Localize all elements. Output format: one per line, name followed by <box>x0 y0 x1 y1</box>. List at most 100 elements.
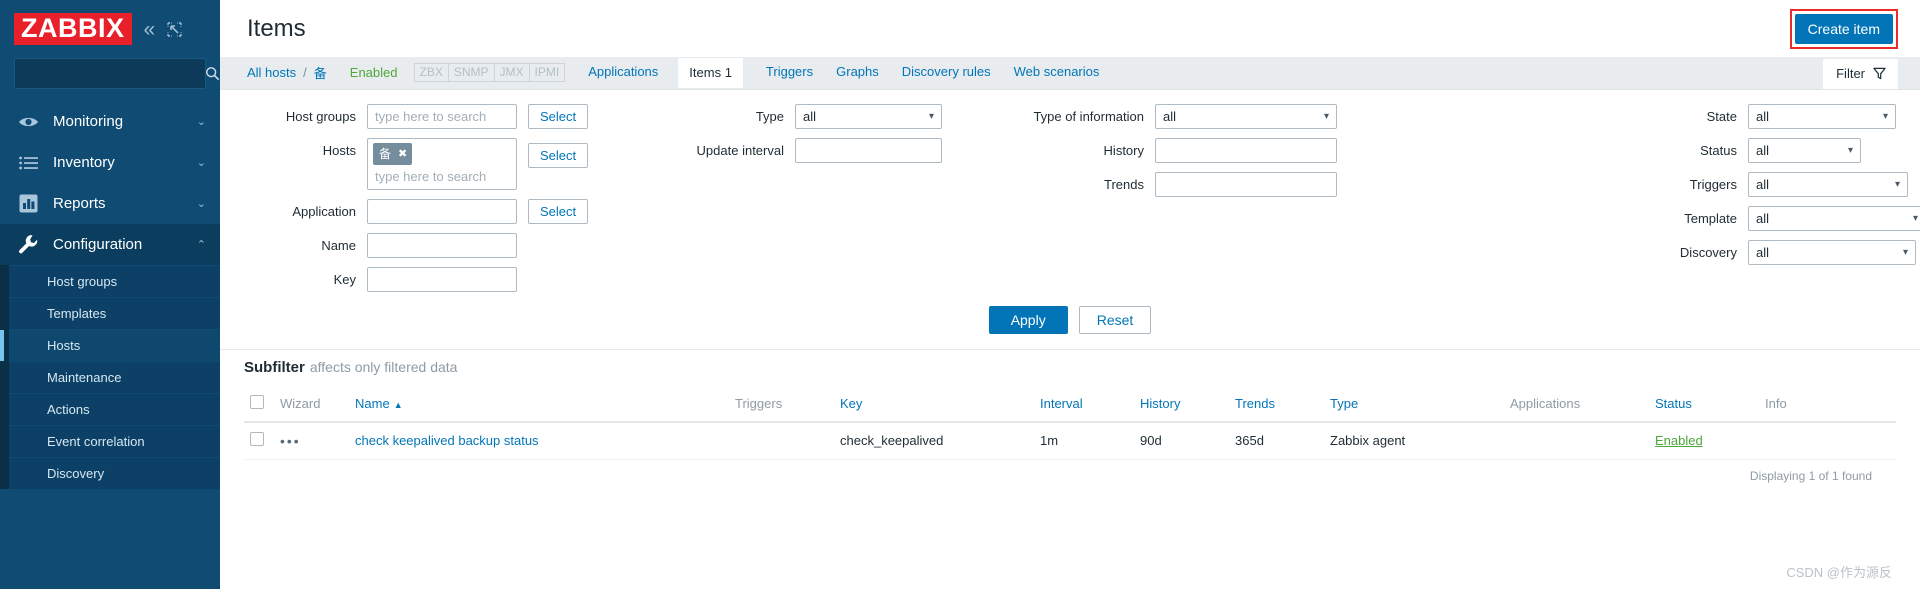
filter-label-trends: Trends <box>1104 177 1144 192</box>
tab-web-scenarios[interactable]: Web scenarios <box>1014 64 1100 81</box>
submenu-label: Templates <box>47 306 107 321</box>
state-select[interactable]: all ▾ <box>1748 104 1896 129</box>
filter-row-state: State all ▾ <box>1344 104 1896 129</box>
discovery-select[interactable]: all ▾ <box>1748 240 1916 265</box>
filter-tab[interactable]: Filter <box>1823 59 1898 89</box>
table-row: ••• check keepalived backup status check… <box>244 422 1896 460</box>
sidebar-item-templates[interactable]: Templates <box>9 297 220 329</box>
filter-label-key: Key <box>333 272 356 287</box>
filter-label-state: State <box>1706 109 1737 124</box>
sidebar-item-actions[interactable]: Actions <box>9 393 220 425</box>
row-checkbox[interactable] <box>250 432 264 446</box>
protocol-badge-snmp[interactable]: SNMP <box>447 63 495 82</box>
filter-column-2: Type all ▾ Update interval <box>644 104 974 292</box>
triggers-select[interactable]: all ▾ <box>1748 172 1908 197</box>
row-key-cell: check_keepalived <box>834 422 1034 460</box>
template-select[interactable]: all ▾ <box>1748 206 1920 231</box>
column-header-history[interactable]: History <box>1134 387 1229 423</box>
search-box[interactable] <box>14 58 220 89</box>
name-input[interactable] <box>367 233 517 258</box>
item-name-link[interactable]: check keepalived backup status <box>355 433 539 448</box>
create-item-button[interactable]: Create item <box>1794 13 1893 44</box>
sidebar-item-maintenance[interactable]: Maintenance <box>9 361 220 393</box>
wizard-menu-icon[interactable]: ••• <box>280 433 301 449</box>
filter-columns: Host groups Select Hosts 备 ✖ <box>220 104 1920 292</box>
tab-graphs[interactable]: Graphs <box>836 64 879 81</box>
filter-label-name: Name <box>321 238 356 253</box>
protocol-badge-jmx[interactable]: JMX <box>493 63 530 82</box>
filter-row-name: Name <box>244 233 644 258</box>
tab-applications[interactable]: Applications <box>588 64 658 81</box>
breadcrumb-all-hosts[interactable]: All hosts <box>247 65 296 80</box>
sidebar-nav: Monitoring ⌄ Inventory ⌄ Reports ⌄ Confi… <box>0 101 220 589</box>
host-groups-select-button[interactable]: Select <box>528 104 589 129</box>
reset-button[interactable]: Reset <box>1078 306 1152 334</box>
type-select[interactable]: all ▾ <box>795 104 942 129</box>
discovery-select-value: all <box>1756 245 1770 260</box>
sidebar-item-inventory[interactable]: Inventory ⌄ <box>0 142 220 183</box>
tab-discovery-rules[interactable]: Discovery rules <box>902 64 991 81</box>
apply-button[interactable]: Apply <box>988 306 1068 334</box>
hosts-multiselect[interactable]: 备 ✖ <box>367 138 517 190</box>
column-header-type[interactable]: Type <box>1324 387 1504 423</box>
zabbix-logo[interactable]: ZABBIX <box>14 13 132 45</box>
column-header-key[interactable]: Key <box>834 387 1034 423</box>
tab-triggers[interactable]: Triggers <box>766 64 813 81</box>
hosts-input[interactable] <box>373 168 511 185</box>
chevron-down-icon: ⌄ <box>196 157 206 169</box>
chevron-double-left-icon[interactable]: « <box>144 19 156 40</box>
protocol-badge-zbx[interactable]: ZBX <box>413 63 449 82</box>
host-groups-input[interactable] <box>367 104 517 129</box>
chevron-up-icon: ⌃ <box>196 239 206 251</box>
column-header-applications[interactable]: Applications <box>1504 387 1649 423</box>
column-header-status[interactable]: Status <box>1649 387 1759 423</box>
host-chip[interactable]: 备 ✖ <box>373 143 413 165</box>
application-input[interactable] <box>367 199 517 224</box>
history-input[interactable] <box>1155 138 1337 163</box>
column-header-interval[interactable]: Interval <box>1034 387 1134 423</box>
host-status-enabled[interactable]: Enabled <box>350 65 398 80</box>
filter-row-template: Template all ▾ <box>1344 206 1920 231</box>
type-of-information-select[interactable]: all ▾ <box>1155 104 1337 129</box>
filter-row-discovery: Discovery all ▾ <box>1344 240 1916 265</box>
breadcrumb-and-tabs: All hosts / 备 Enabled ZBX SNMP JMX IPMI … <box>247 56 1823 89</box>
search-icon[interactable] <box>205 66 220 81</box>
status-select[interactable]: all ▾ <box>1748 138 1861 163</box>
update-interval-input[interactable] <box>795 138 942 163</box>
sidebar-item-discovery[interactable]: Discovery <box>9 457 220 489</box>
sidebar-item-reports[interactable]: Reports ⌄ <box>0 183 220 224</box>
chevron-down-icon: ▾ <box>1882 111 1888 122</box>
wrench-icon <box>17 234 39 256</box>
subfilter: Subfilter affects only filtered data <box>220 350 1920 387</box>
column-header-triggers[interactable]: Triggers <box>729 387 834 423</box>
submenu-label: Discovery <box>47 466 105 481</box>
select-all-checkbox[interactable] <box>250 395 264 409</box>
sidebar-item-monitoring[interactable]: Monitoring ⌄ <box>0 101 220 142</box>
key-input[interactable] <box>367 267 517 292</box>
sidebar-item-host-groups[interactable]: Host groups <box>9 265 220 297</box>
sidebar-search-container <box>0 58 220 101</box>
table-header: Wizard Name ▲ Triggers Key Interval Histo… <box>244 387 1896 423</box>
sidebar-item-hosts[interactable]: Hosts <box>0 329 220 361</box>
close-icon[interactable]: ✖ <box>398 147 407 160</box>
tab-items[interactable]: Items 1 <box>678 57 743 88</box>
zabbix-app: ZABBIX « Monitoring ⌄ Inventory ⌄ Report… <box>0 0 1920 589</box>
search-input[interactable] <box>25 65 205 82</box>
expand-icon[interactable] <box>167 21 182 37</box>
hosts-select-button[interactable]: Select <box>528 143 589 168</box>
row-trends-cell: 365d <box>1229 422 1324 460</box>
breadcrumb-host[interactable]: 备 <box>314 63 327 82</box>
column-header-name[interactable]: Name ▲ <box>349 387 729 423</box>
sidebar-item-event-correlation[interactable]: Event correlation <box>9 425 220 457</box>
submenu-label: Host groups <box>47 274 118 289</box>
expand-icon-svg <box>167 21 182 37</box>
column-header-wizard[interactable]: Wizard <box>274 387 349 423</box>
chevron-down-icon: ⌄ <box>196 116 206 128</box>
sidebar-item-configuration[interactable]: Configuration ⌃ <box>0 224 220 265</box>
row-checkbox-cell <box>244 422 274 460</box>
status-badge[interactable]: Enabled <box>1655 433 1703 448</box>
protocol-badge-ipmi[interactable]: IPMI <box>528 63 566 82</box>
trends-input[interactable] <box>1155 172 1337 197</box>
application-select-button[interactable]: Select <box>528 199 589 224</box>
column-header-trends[interactable]: Trends <box>1229 387 1324 423</box>
